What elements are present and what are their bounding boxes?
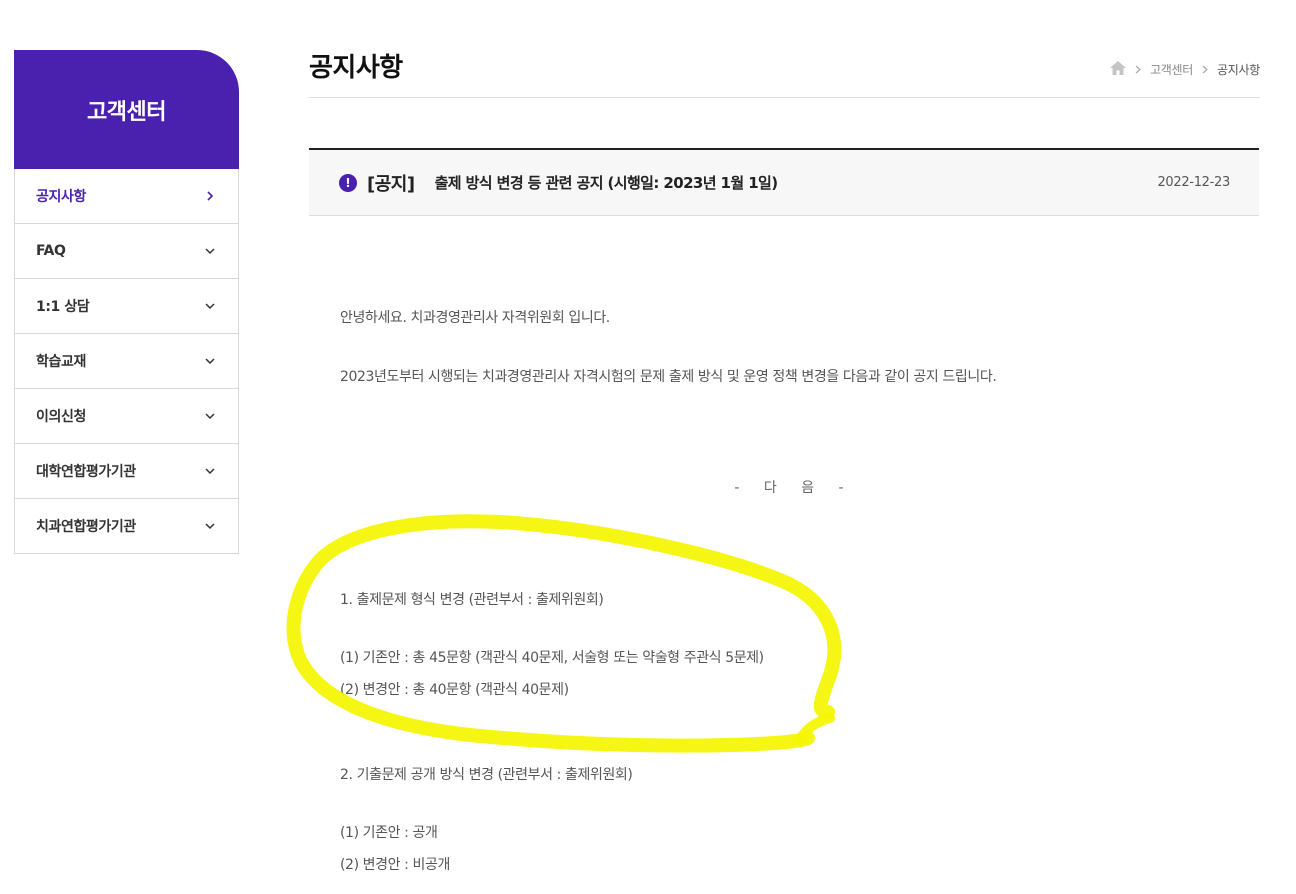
chevron-down-icon (202, 463, 218, 479)
sidebar-item-label: FAQ (36, 243, 66, 259)
sidebar-item-dental-agency[interactable]: 치과연합평가기관 (15, 499, 238, 554)
sidebar-item-label: 학습교재 (36, 354, 86, 370)
sidebar-item-faq[interactable]: FAQ (15, 224, 238, 279)
sidebar: 고객센터 공지사항 FAQ 1:1 상담 학습교재 이의신청 대학연합평가기관 … (14, 50, 239, 554)
section2-item: (2) 변경안 : 비공개 (340, 857, 450, 873)
notice-separator: - 다 음 - (734, 480, 854, 496)
section1-item: (1) 기존안 : 총 45문항 (객관식 40문제, 서술형 또는 약술형 주… (340, 650, 764, 666)
sidebar-item-appeal[interactable]: 이의신청 (15, 389, 238, 444)
page-title: 공지사항 (309, 53, 403, 83)
sidebar-title: 고객센터 (14, 50, 239, 169)
section2-item: (1) 기존안 : 공개 (340, 825, 438, 841)
alert-icon: ! (339, 173, 357, 192)
chevron-right-icon (1202, 63, 1208, 77)
notice-header: ! [공지] 출제 방식 변경 등 관련 공지 (시행일: 2023년 1월 1… (309, 148, 1259, 216)
sidebar-item-label: 이의신청 (36, 409, 86, 425)
section1-title: 1. 출제문제 형식 변경 (관련부서 : 출제위원회) (340, 592, 604, 608)
notice-date: 2022-12-23 (1157, 175, 1230, 190)
notice-subject: 출제 방식 변경 등 관련 공지 (시행일: 2023년 1월 1일) (434, 174, 779, 192)
breadcrumb-link[interactable]: 고객센터 (1150, 61, 1193, 78)
notice-tag: [공지] (367, 173, 415, 195)
sidebar-item-label: 대학연합평가기관 (36, 464, 136, 480)
section1-item: (2) 변경안 : 총 40문항 (객관식 40문제) (340, 682, 569, 698)
chevron-down-icon (202, 518, 218, 534)
sidebar-item-label: 1:1 상담 (36, 299, 90, 315)
sidebar-item-materials[interactable]: 학습교재 (15, 334, 238, 389)
breadcrumb-current: 공지사항 (1217, 63, 1260, 77)
header-divider (309, 97, 1260, 98)
sidebar-item-university-agency[interactable]: 대학연합평가기관 (15, 444, 238, 499)
chevron-right-icon (1135, 63, 1141, 77)
chevron-down-icon (202, 353, 218, 369)
chevron-right-icon (202, 188, 218, 204)
section2-title: 2. 기출문제 공개 방식 변경 (관련부서 : 출제위원회) (340, 767, 633, 783)
home-icon[interactable] (1110, 61, 1127, 78)
chevron-down-icon (202, 408, 218, 424)
notice-greeting: 안녕하세요. 치과경영관리사 자격위원회 입니다. (340, 310, 610, 326)
chevron-down-icon (202, 298, 218, 314)
sidebar-item-notice[interactable]: 공지사항 (15, 169, 238, 224)
sidebar-item-label: 치과연합평가기관 (36, 519, 136, 535)
sidebar-item-label: 공지사항 (36, 189, 86, 205)
chevron-down-icon (202, 243, 218, 259)
breadcrumb: 고객센터 공지사항 (1110, 61, 1260, 78)
sidebar-item-consult[interactable]: 1:1 상담 (15, 279, 238, 334)
sidebar-menu: 공지사항 FAQ 1:1 상담 학습교재 이의신청 대학연합평가기관 치과연합평… (14, 169, 239, 554)
notice-intro: 2023년도부터 시행되는 치과경영관리사 자격시험의 문제 출제 방식 및 운… (340, 369, 997, 385)
